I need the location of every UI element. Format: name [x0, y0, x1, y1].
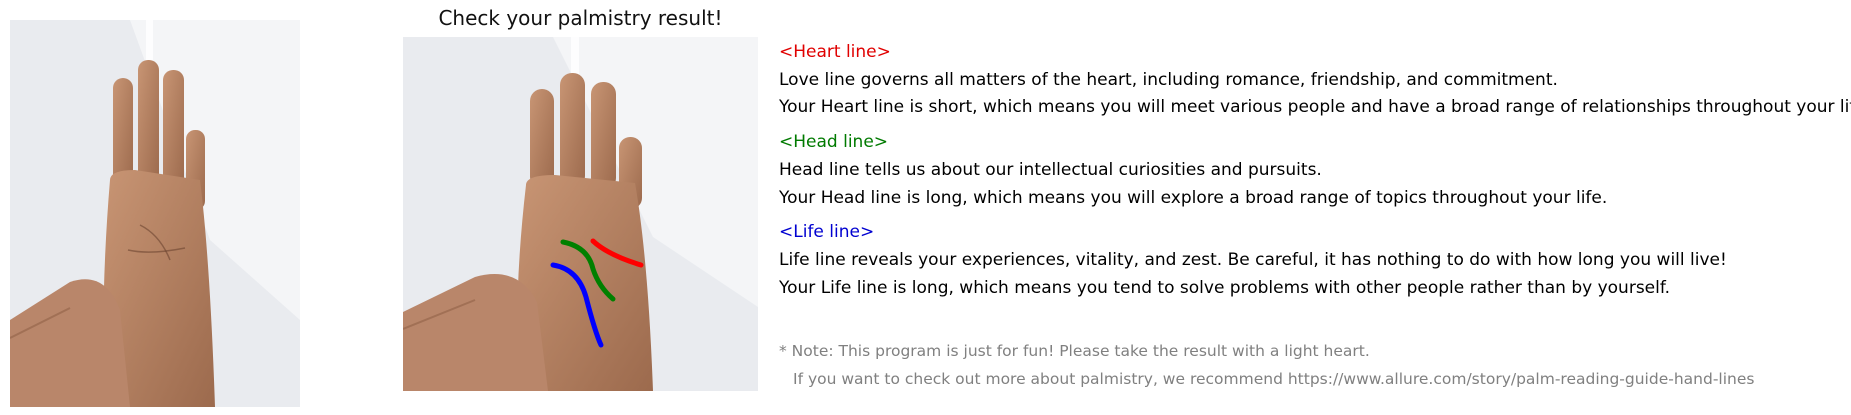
original-palm-photo — [10, 20, 300, 407]
heart-line-result: Your Heart line is short, which means yo… — [779, 97, 1851, 117]
result-title: Check your palmistry result! — [438, 6, 723, 30]
annotated-palm-photo — [403, 37, 758, 391]
palm-illustration — [10, 20, 300, 407]
reference-link-text: If you want to check out more about palm… — [793, 370, 1755, 388]
heart-line-description: Love line governs all matters of the hea… — [779, 70, 1558, 90]
head-line-heading: <Head line> — [779, 132, 889, 152]
palm-lines-overlay — [550, 238, 644, 348]
head-line-description: Head line tells us about our intellectua… — [779, 160, 1322, 180]
life-line-description: Life line reveals your experiences, vita… — [779, 250, 1727, 270]
life-line-result: Your Life line is long, which means you … — [779, 278, 1671, 298]
head-line-result: Your Head line is long, which means you … — [779, 188, 1608, 208]
heart-line-mark — [590, 238, 644, 268]
heart-line-heading: <Heart line> — [779, 42, 891, 62]
disclaimer-note: * Note: This program is just for fun! Pl… — [779, 342, 1370, 360]
life-line-heading: <Life line> — [779, 222, 875, 242]
